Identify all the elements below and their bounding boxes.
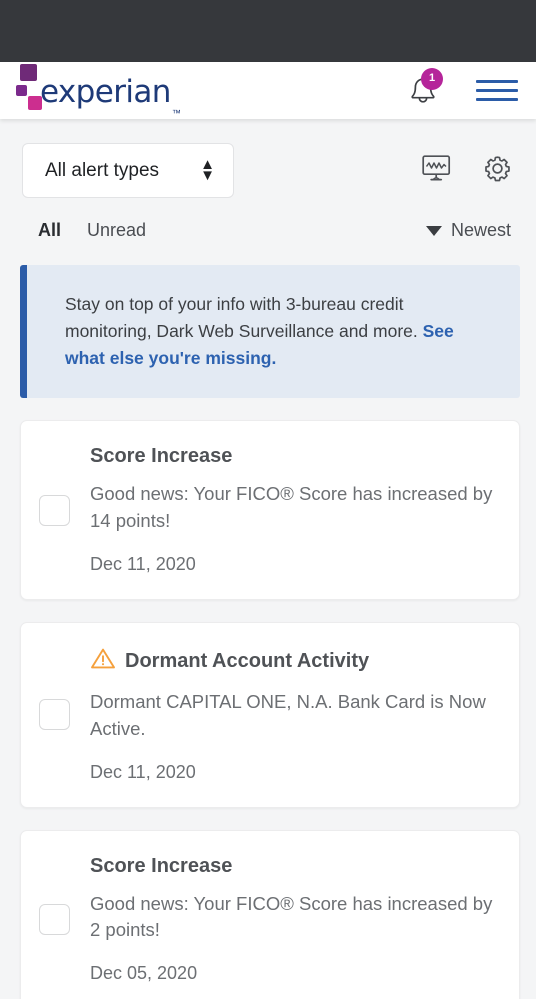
- hamburger-line: [476, 80, 518, 83]
- logo-wordmark: experian: [40, 74, 171, 110]
- sort-selector[interactable]: Newest: [425, 220, 514, 241]
- read-state-tabs: All Unread: [38, 220, 146, 241]
- alert-description: Good news: Your FICO® Score has increase…: [90, 892, 493, 941]
- hamburger-line: [476, 89, 518, 92]
- alert-description: Good news: Your FICO® Score has increase…: [90, 483, 493, 532]
- alert-title-row: Score Increase: [90, 855, 499, 878]
- experian-logo[interactable]: experian ™: [14, 50, 188, 118]
- controls-row: All alert types ▲ ▼: [0, 119, 536, 198]
- alert-checkbox[interactable]: [39, 494, 70, 526]
- alert-date: Dec 11, 2020: [90, 761, 196, 782]
- alert-title: Dormant Account Activity: [125, 650, 370, 672]
- alert-description: Dormant CAPITAL ONE, N.A. Bank Card is N…: [90, 691, 486, 739]
- monitor-activity-icon[interactable]: [422, 154, 451, 187]
- alert-card[interactable]: Score Increase Good news: Your FICO® Sco…: [20, 829, 520, 999]
- promo-banner-text: Stay on top of your info with 3-bureau c…: [65, 291, 494, 372]
- stepper-arrows-icon: ▲ ▼: [200, 155, 215, 184]
- notifications-button[interactable]: 1: [404, 67, 443, 110]
- app-header: experian ™ 1: [0, 62, 536, 119]
- promo-banner-message: Stay on top of your info with 3-bureau c…: [65, 294, 423, 342]
- alert-date: Dec 05, 2020: [90, 963, 198, 984]
- sort-label: Newest: [450, 220, 511, 240]
- chevron-down-icon: [425, 225, 442, 236]
- promo-banner: Stay on top of your info with 3-bureau c…: [20, 265, 520, 399]
- notification-count-badge: 1: [421, 67, 443, 90]
- alert-title-row: Dormant Account Activity: [90, 647, 499, 676]
- warning-triangle-icon: [90, 647, 116, 676]
- control-icons: [422, 154, 518, 188]
- alert-title-row: Score Increase: [90, 445, 499, 468]
- alert-checkbox[interactable]: [39, 699, 70, 731]
- alerts-list: Score Increase Good news: Your FICO® Sco…: [0, 398, 536, 999]
- alert-content: Dormant Account Activity Dormant CAPITAL…: [90, 647, 499, 783]
- alert-card[interactable]: Score Increase Good news: Your FICO® Sco…: [20, 420, 520, 600]
- alert-date: Dec 11, 2020: [90, 554, 196, 574]
- gear-icon[interactable]: [483, 154, 512, 188]
- header-actions: 1: [404, 62, 518, 119]
- alert-type-select[interactable]: All alert types ▲ ▼: [22, 143, 234, 198]
- menu-button[interactable]: [476, 76, 518, 106]
- tab-unread[interactable]: Unread: [87, 220, 146, 241]
- alert-title: Score Increase: [90, 854, 233, 877]
- alert-checkbox[interactable]: [39, 903, 70, 935]
- alert-content: Score Increase Good news: Your FICO® Sco…: [90, 855, 499, 985]
- alert-title: Score Increase: [90, 445, 233, 468]
- logo-trademark: ™: [171, 108, 181, 118]
- alert-card[interactable]: Dormant Account Activity Dormant CAPITAL…: [20, 622, 520, 808]
- alert-type-select-value: All alert types: [45, 159, 160, 181]
- tab-all[interactable]: All: [38, 220, 61, 241]
- filter-row: All Unread Newest: [0, 198, 536, 241]
- alert-content: Score Increase Good news: Your FICO® Sco…: [90, 445, 499, 575]
- hamburger-line: [476, 98, 518, 101]
